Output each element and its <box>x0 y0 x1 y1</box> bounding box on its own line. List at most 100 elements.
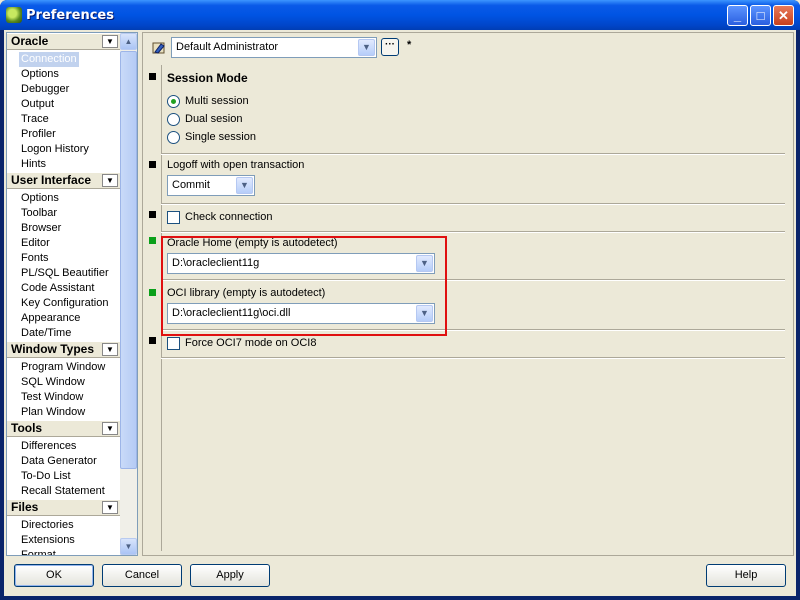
tree-item[interactable]: Format <box>19 548 58 555</box>
section-divider <box>161 65 162 551</box>
chevron-down-icon[interactable]: ▼ <box>358 39 375 56</box>
oci-library-field[interactable]: D:\oracleclient11g\oci.dll ▼ <box>167 303 435 324</box>
scroll-down-icon[interactable]: ▼ <box>120 538 137 555</box>
tree-group-header[interactable]: Tools ▼ <box>7 420 120 437</box>
connection-settings: Session Mode Multi session Dual sesion S… <box>147 65 791 551</box>
tree-item[interactable]: Trace <box>19 112 51 127</box>
oracle-home-label: Oracle Home (empty is autodetect) <box>167 237 338 249</box>
tree-group-header[interactable]: Window Types ▼ <box>7 341 120 358</box>
chevron-down-icon[interactable]: ▼ <box>102 422 118 435</box>
oci-library-label: OCI library (empty is autodetect) <box>167 287 326 299</box>
tree-item[interactable]: Extensions <box>19 533 77 548</box>
settings-area: Default Administrator ▼ ··· * Session Mo… <box>142 32 794 556</box>
apply-button[interactable]: Apply <box>190 564 270 587</box>
chevron-down-icon[interactable]: ▼ <box>416 255 433 272</box>
radio-multi-session-label: Multi session <box>185 95 249 107</box>
tree-group-label: Files <box>11 500 39 514</box>
tree-item[interactable]: Toolbar <box>19 206 59 221</box>
tree-item[interactable]: Output <box>19 97 56 112</box>
tree-item[interactable]: Differences <box>19 439 78 454</box>
tree-item[interactable]: Plan Window <box>19 405 87 420</box>
chevron-down-icon[interactable]: ▼ <box>102 501 118 514</box>
section-marker <box>149 161 156 168</box>
radio-dual-session[interactable] <box>167 113 180 126</box>
dialog-client: Oracle ▼ Connection Options Debugger Output Tr… <box>4 30 796 596</box>
tree-item[interactable]: Key Configuration <box>19 296 110 311</box>
tree-group-label: Oracle <box>11 34 49 48</box>
section-marker <box>149 73 156 80</box>
tree-item[interactable]: Program Window <box>19 360 107 375</box>
logoff-value: Commit <box>172 179 210 191</box>
tree-item[interactable]: Data Generator <box>19 454 99 469</box>
oracle-home-field[interactable]: D:\oracleclient11g ▼ <box>167 253 435 274</box>
section-marker <box>149 211 156 218</box>
chevron-down-icon[interactable]: ▼ <box>102 343 118 356</box>
ok-button[interactable]: OK <box>14 564 94 587</box>
tree-group-header[interactable]: Files ▼ <box>7 499 120 516</box>
profile-select[interactable]: Default Administrator ▼ <box>171 37 377 58</box>
tree-item[interactable]: Options <box>19 67 61 82</box>
chevron-down-icon[interactable]: ▼ <box>102 174 118 187</box>
check-connection-checkbox[interactable] <box>167 211 180 224</box>
tree-item[interactable]: Editor <box>19 236 52 251</box>
tree-item[interactable]: To-Do List <box>19 469 73 484</box>
chevron-down-icon[interactable]: ▼ <box>416 305 433 322</box>
tree-item[interactable]: Appearance <box>19 311 82 326</box>
tree-item[interactable]: Options <box>19 191 61 206</box>
section-marker <box>149 337 156 344</box>
divider <box>161 153 785 155</box>
scroll-thumb[interactable] <box>120 51 137 469</box>
tree-group-label: Tools <box>11 421 43 435</box>
tree-group-header[interactable]: User Interface ▼ <box>7 172 120 189</box>
preferences-window: Preferences _ □ ✕ Oracle ▼ Connection Optio… <box>0 0 800 600</box>
chevron-down-icon[interactable]: ▼ <box>102 35 118 48</box>
logoff-label: Logoff with open transaction <box>167 159 305 171</box>
tree-item[interactable]: Directories <box>19 518 76 533</box>
tree-item[interactable]: Hints <box>19 157 48 172</box>
close-button[interactable]: ✕ <box>773 5 794 26</box>
tree-item[interactable]: Connection <box>19 52 79 67</box>
title-bar[interactable]: Preferences _ □ ✕ <box>0 0 800 30</box>
profile-more-button[interactable]: ··· <box>381 38 399 56</box>
tree-item[interactable]: Code Assistant <box>19 281 96 296</box>
scroll-up-icon[interactable]: ▲ <box>120 33 137 50</box>
cancel-button[interactable]: Cancel <box>102 564 182 587</box>
divider <box>161 231 785 233</box>
tree-item[interactable]: Profiler <box>19 127 58 142</box>
tree-group-label: User Interface <box>11 173 92 187</box>
oracle-home-value: D:\oracleclient11g <box>172 257 260 269</box>
session-mode-heading: Session Mode <box>167 71 248 85</box>
radio-single-session-label: Single session <box>185 131 256 143</box>
radio-multi-session[interactable] <box>167 95 180 108</box>
tree-item[interactable]: Logon History <box>19 142 91 157</box>
tree-item[interactable]: Test Window <box>19 390 85 405</box>
divider <box>161 279 785 281</box>
modified-marker: * <box>407 39 412 51</box>
tree-group-label: Window Types <box>11 342 95 356</box>
preferences-tree: Oracle ▼ Connection Options Debugger Output Tr… <box>6 32 138 556</box>
check-connection-label: Check connection <box>185 211 273 223</box>
divider <box>161 357 785 359</box>
divider <box>161 203 785 205</box>
radio-dual-session-label: Dual sesion <box>185 113 243 125</box>
tree-item[interactable]: Debugger <box>19 82 71 97</box>
section-marker-changed <box>149 237 156 244</box>
user-profile-icon <box>152 42 165 54</box>
tree-item[interactable]: Fonts <box>19 251 51 266</box>
window-title: Preferences <box>26 8 114 23</box>
logoff-select[interactable]: Commit ▼ <box>167 175 255 196</box>
tree-scrollbar[interactable]: ▲ ▼ <box>120 33 137 555</box>
help-button[interactable]: Help <box>706 564 786 587</box>
radio-single-session[interactable] <box>167 131 180 144</box>
minimize-button[interactable]: _ <box>727 5 748 26</box>
tree-item[interactable]: Date/Time <box>19 326 73 341</box>
app-icon <box>6 7 22 23</box>
tree-item[interactable]: PL/SQL Beautifier <box>19 266 111 281</box>
tree-item[interactable]: Browser <box>19 221 63 236</box>
tree-item[interactable]: Recall Statement <box>19 484 107 499</box>
maximize-button[interactable]: □ <box>750 5 771 26</box>
tree-item[interactable]: SQL Window <box>19 375 87 390</box>
force-oci7-checkbox[interactable] <box>167 337 180 350</box>
tree-group-header[interactable]: Oracle ▼ <box>7 33 120 50</box>
chevron-down-icon[interactable]: ▼ <box>236 177 253 194</box>
